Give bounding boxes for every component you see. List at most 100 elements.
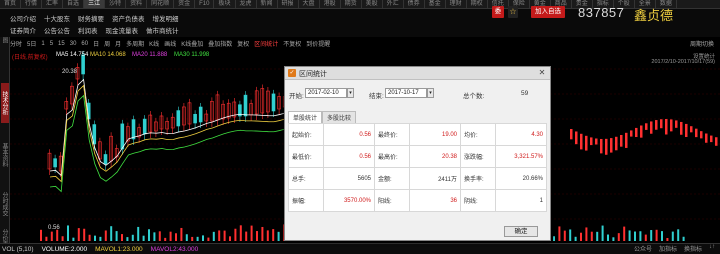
end-date-input[interactable]: 2017-10-17 — [385, 88, 427, 98]
volume-bar — [569, 229, 572, 241]
top-tab[interactable]: 期货 — [341, 0, 362, 8]
stat-value: 3570.00% — [323, 189, 375, 212]
volume-bar — [61, 236, 64, 241]
toolbar-item[interactable]: 30 — [70, 41, 77, 47]
volume-bar — [580, 232, 582, 241]
toolbar-item[interactable]: 多周期 — [126, 39, 144, 48]
top-tab[interactable]: 同花顺 — [147, 0, 175, 8]
top-tab[interactable]: F10 — [195, 0, 215, 8]
menu-item[interactable]: 公告公告 — [44, 25, 70, 35]
menu-item[interactable]: 增发明细 — [153, 13, 179, 23]
left-tab[interactable]: 分时成交 — [1, 187, 9, 221]
toolbar-item[interactable]: 周 — [104, 39, 110, 48]
start-label: 开始: — [289, 93, 304, 100]
top-tab[interactable]: 美股 — [362, 0, 383, 8]
toolbar-item[interactable]: 15 — [58, 41, 65, 47]
add-watchlist-button[interactable]: 加入自选 — [531, 6, 565, 18]
ok-button[interactable]: 确定 — [504, 226, 538, 237]
menu-row-2: 证券简介 公告公告 利润表 现金流量表 做市商统计 — [10, 25, 179, 35]
top-tab[interactable]: 首页 — [0, 0, 22, 8]
candle-body — [595, 138, 598, 145]
left-tab[interactable]: 技术分析 — [1, 83, 9, 123]
volume-bar — [256, 231, 258, 241]
top-tab[interactable]: 汇率 — [42, 0, 64, 8]
menu-item[interactable]: 现金流量表 — [106, 25, 139, 35]
stat-value: 2411万 — [409, 167, 461, 190]
top-tab[interactable]: 资金 — [174, 0, 196, 8]
stats-row: 总手: 5605 金额: 2411万 换手率: 20.66% — [288, 167, 547, 190]
toolbar-item[interactable]: 5 — [50, 41, 53, 47]
volume-bar — [655, 229, 658, 241]
top-tab[interactable]: 理财 — [446, 0, 467, 8]
volume-bar — [574, 236, 577, 241]
toolbar-item[interactable]: 画线 — [164, 39, 176, 48]
menu-item[interactable]: 做市商统计 — [146, 25, 179, 35]
top-tab[interactable]: 研报 — [278, 0, 299, 8]
stock-code: 837857 — [578, 5, 625, 20]
menu-item[interactable]: 证券简介 — [10, 25, 36, 35]
menu-item[interactable]: 公司介绍 — [10, 13, 36, 23]
left-tab[interactable]: 基本资料 — [1, 135, 9, 175]
top-tab[interactable]: 期权 — [467, 0, 488, 8]
toolbar-item[interactable]: K线叠加 — [181, 39, 203, 48]
top-tab[interactable]: 自选 — [63, 0, 85, 8]
top-tab[interactable]: 新闻 — [257, 0, 278, 8]
top-tab[interactable]: 外汇 — [383, 0, 404, 8]
volume-bar — [110, 226, 113, 241]
toolbar-item[interactable]: 叠加指数 — [208, 39, 232, 48]
volume-bar — [682, 236, 685, 241]
star-icon[interactable]: ☆ — [508, 6, 518, 18]
indicator-actions: 公众号 加指标 换指标 ↓↑ — [634, 244, 715, 253]
toolbar-item[interactable]: 分时 — [10, 39, 22, 48]
top-tab[interactable]: 大盘 — [299, 0, 320, 8]
volume-bar — [50, 231, 53, 241]
period-switch-button[interactable]: 周期切换 — [690, 39, 714, 48]
toolbar-item[interactable]: 不复权 — [283, 39, 301, 48]
order-button[interactable]: 委 — [492, 6, 504, 18]
top-tab[interactable]: 三江 — [84, 0, 106, 8]
start-date-input[interactable]: 2017-02-10 — [305, 88, 347, 98]
volume-bar — [142, 235, 145, 241]
volume-bar — [639, 231, 642, 241]
toolbar-item[interactable]: 到价提醒 — [306, 39, 330, 48]
volume-bar — [277, 231, 280, 241]
toolbar-item[interactable]: 月 — [115, 39, 121, 48]
top-tab[interactable]: 龙虎 — [236, 0, 257, 8]
candle-body — [665, 119, 668, 135]
toolbar-item[interactable]: 复权 — [237, 39, 249, 48]
stat-label: 阴线: — [460, 189, 496, 212]
volume-bar — [563, 230, 566, 241]
top-tab[interactable]: 债券 — [404, 0, 425, 8]
indicator-action[interactable]: ↓↑ — [709, 244, 715, 253]
close-icon[interactable]: ✕ — [537, 68, 547, 78]
stat-value: 4.30 — [495, 123, 547, 146]
indicator-action[interactable]: 换指标 — [684, 244, 702, 253]
start-date-dropdown[interactable]: ▾ — [347, 88, 354, 98]
top-tab[interactable]: 行情 — [21, 0, 43, 8]
top-tab[interactable]: 沙特 — [105, 0, 127, 8]
stats-row: 起始价: 0.56 最终价: 19.00 均价: 4.30 — [288, 123, 547, 146]
top-tab[interactable]: 基金 — [425, 0, 446, 8]
top-tab[interactable]: 资料 — [126, 0, 148, 8]
menu-item[interactable]: 十大股东 — [44, 13, 70, 23]
toolbar-item[interactable]: 5日 — [27, 39, 36, 48]
toolbar-item[interactable]: K线 — [149, 39, 159, 48]
volume-bar — [72, 237, 75, 241]
menu-item[interactable]: 资产负债表 — [112, 13, 145, 23]
top-tab[interactable]: 港股 — [320, 0, 341, 8]
ma10-label: MA10 14.068 — [90, 52, 126, 58]
menu-item[interactable]: 财务摘要 — [78, 13, 104, 23]
toolbar-item[interactable]: 日 — [93, 39, 99, 48]
toolbar-item[interactable]: 1 — [41, 41, 44, 47]
end-date-dropdown[interactable]: ▾ — [427, 88, 434, 98]
candle-body — [660, 119, 663, 129]
toolbar-item[interactable]: 60 — [81, 41, 88, 47]
indicator-bar: VOL (5,10) VOLUME:2.000 MAVOL1:23.000 MA… — [0, 243, 720, 254]
top-tab[interactable]: 板块 — [214, 0, 236, 8]
volume-bar — [223, 230, 226, 241]
toolbar-item[interactable]: 区间统计 — [254, 39, 278, 48]
volume-bar — [266, 230, 269, 241]
indicator-action[interactable]: 加指标 — [659, 244, 677, 253]
indicator-action[interactable]: 公众号 — [634, 244, 652, 253]
menu-item[interactable]: 利润表 — [78, 25, 98, 35]
